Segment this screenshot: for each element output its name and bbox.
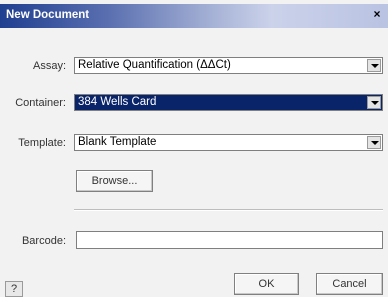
chevron-down-icon[interactable] xyxy=(367,136,381,149)
ok-button[interactable]: OK xyxy=(234,273,299,295)
title-bar: New Document × xyxy=(0,4,388,28)
new-document-dialog: New Document × Assay: Relative Quantific… xyxy=(0,0,388,297)
template-label: Template: xyxy=(18,137,66,149)
window-title: New Document xyxy=(6,9,90,21)
browse-button[interactable]: Browse... xyxy=(76,170,153,192)
container-dropdown[interactable]: 384 Wells Card xyxy=(74,94,383,111)
chevron-down-icon[interactable] xyxy=(367,59,381,72)
template-dropdown[interactable]: Blank Template xyxy=(74,134,383,151)
barcode-field[interactable] xyxy=(76,231,383,249)
barcode-label: Barcode: xyxy=(21,235,66,247)
assay-label: Assay: xyxy=(32,60,66,72)
assay-dropdown[interactable]: Relative Quantification (ΔΔCt) xyxy=(74,57,383,74)
template-value: Blank Template xyxy=(78,136,157,148)
separator xyxy=(74,209,383,211)
container-value: 384 Wells Card xyxy=(78,96,157,108)
cancel-button[interactable]: Cancel xyxy=(316,273,383,295)
chevron-down-icon[interactable] xyxy=(367,96,381,109)
close-icon[interactable]: × xyxy=(370,6,384,22)
container-label: Container: xyxy=(15,97,66,109)
assay-value: Relative Quantification (ΔΔCt) xyxy=(78,59,231,71)
help-button[interactable]: ? xyxy=(5,281,23,297)
